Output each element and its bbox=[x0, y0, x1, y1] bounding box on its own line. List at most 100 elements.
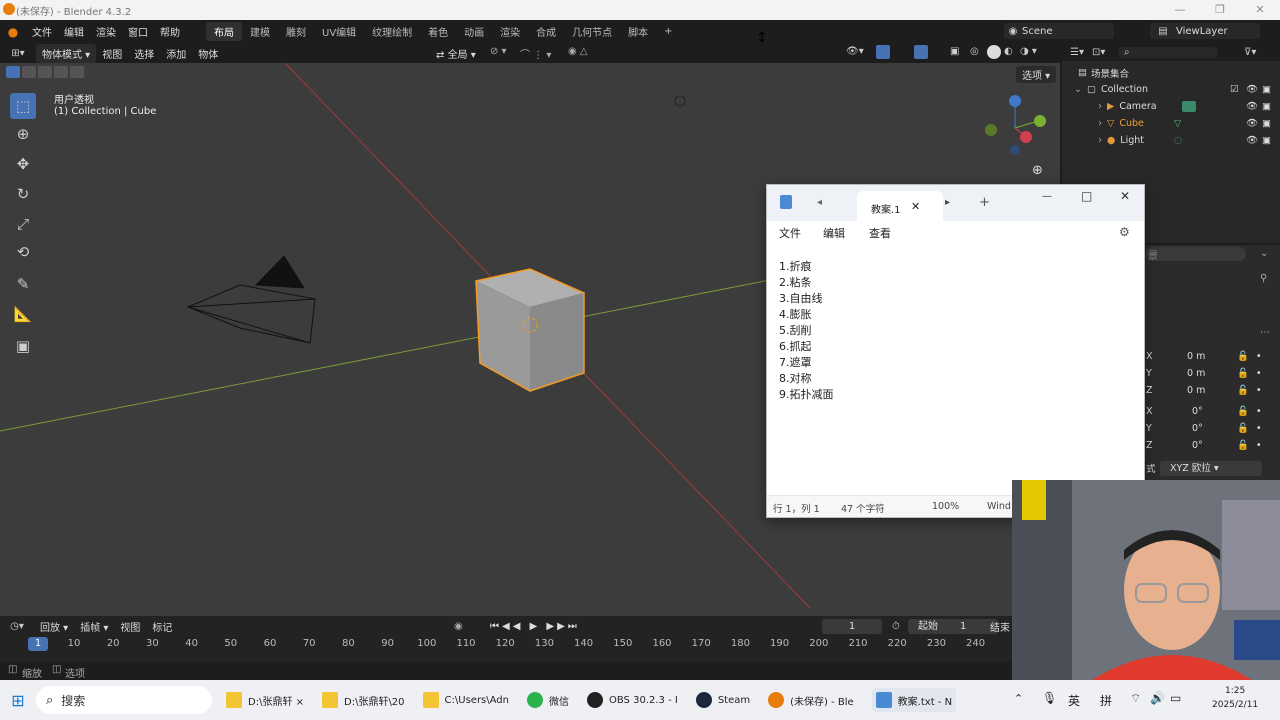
lock-icon[interactable]: 🔓 bbox=[1237, 385, 1249, 396]
render-icon[interactable]: ▣ bbox=[1262, 118, 1271, 129]
keyframe-dot-icon[interactable]: • bbox=[1256, 351, 1262, 362]
eye-icon[interactable]: 👁 bbox=[1246, 135, 1258, 146]
windows-start-icon[interactable]: ⊞ bbox=[0, 691, 36, 710]
lock-icon[interactable]: 🔓 bbox=[1237, 423, 1249, 434]
rendered-shading-icon[interactable]: ◑ ▾ bbox=[1020, 46, 1037, 57]
menu-help[interactable]: 帮助 bbox=[154, 24, 186, 39]
blender-menu-icon[interactable]: ● bbox=[0, 25, 26, 39]
wireframe-shading-icon[interactable]: ◎ bbox=[970, 46, 979, 57]
workspace-tab-shading[interactable]: 着色 bbox=[420, 22, 456, 41]
microphone-icon[interactable]: 🎙 bbox=[1042, 691, 1057, 705]
rotate-tool-icon[interactable]: ↻ bbox=[10, 181, 36, 207]
location-y-row[interactable]: Y0 m 🔓 • bbox=[1142, 368, 1280, 384]
notepad-close-button[interactable]: ✕ bbox=[1120, 189, 1130, 203]
notepad-maximize-button[interactable]: □ bbox=[1081, 189, 1092, 203]
navigation-gizmo[interactable] bbox=[982, 93, 1052, 163]
pin-icon[interactable]: ⚲ bbox=[1260, 273, 1267, 284]
material-shading-icon[interactable]: ◐ bbox=[1004, 46, 1013, 57]
properties-search[interactable]: 景 bbox=[1146, 247, 1246, 262]
outliner-scene-collection[interactable]: ▤ 场景集合 bbox=[1062, 64, 1280, 81]
outliner-item-cube[interactable]: › ▽ Cube ▽ 👁 ▣ bbox=[1062, 115, 1280, 132]
taskbar-app-blender[interactable]: (未保存) - Ble bbox=[768, 692, 854, 708]
outliner-editor-icon[interactable]: ☰▾ bbox=[1062, 47, 1092, 58]
location-z-row[interactable]: Z0 m 🔓 • bbox=[1142, 385, 1280, 401]
rotation-x-row[interactable]: X 0° 🔓 • bbox=[1142, 406, 1280, 422]
workspace-tab-compositing[interactable]: 合成 bbox=[528, 22, 564, 41]
proportional-edit-icon[interactable]: ◉ △ bbox=[568, 46, 588, 57]
gizmo-toggle-icon[interactable] bbox=[876, 45, 890, 59]
workspace-tab-layout[interactable]: 布局 bbox=[206, 22, 242, 41]
line-ending[interactable]: Wind bbox=[987, 501, 1011, 512]
eye-icon[interactable]: 👁 bbox=[1246, 84, 1258, 95]
frame-ruler[interactable]: 1 10 20 30 40 50 60 70 80 90 100 110 120 130 140 150 160… bbox=[0, 616, 1010, 662]
tab-close-icon[interactable]: ✕ bbox=[911, 200, 920, 213]
viewport-menu-select[interactable]: 选择 bbox=[128, 46, 160, 61]
battery-icon[interactable]: ▭ bbox=[1170, 691, 1181, 705]
move-tool-icon[interactable]: ✥ bbox=[10, 151, 36, 177]
workspace-tab-scripting[interactable]: 脚本 bbox=[620, 22, 656, 41]
visibility-icon[interactable]: 👁▾ bbox=[846, 46, 864, 57]
clock-date[interactable]: 2025/2/11 bbox=[1212, 700, 1258, 710]
ime-pinyin[interactable]: 拼 bbox=[1100, 692, 1112, 709]
object-mode-dropdown[interactable]: 物体模式 ▾ bbox=[36, 43, 97, 63]
viewport-menu-object[interactable]: 物体 bbox=[192, 46, 224, 61]
taskbar-search[interactable]: ⌕ 搜索 bbox=[36, 686, 212, 714]
annotate-tool-icon[interactable]: ✎ bbox=[10, 271, 36, 297]
scene-selector[interactable]: ◉ Scene bbox=[1004, 23, 1114, 39]
lock-icon[interactable]: 🔓 bbox=[1237, 351, 1249, 362]
rotation-mode-dropdown[interactable]: XYZ 欧拉 ▾ bbox=[1160, 461, 1262, 476]
add-workspace-icon[interactable]: + bbox=[656, 24, 680, 39]
tab-scroll-right-icon[interactable]: ▸ bbox=[945, 197, 950, 208]
workspace-tab-texture-paint[interactable]: 纹理绘制 bbox=[364, 22, 420, 41]
outliner-display-icon[interactable]: ⊡▾ bbox=[1092, 47, 1118, 58]
notepad-window[interactable]: ◂ 教案.1 ✕ ▸ + — □ ✕ 文件 编辑 查看 ⚙ 1.折痕 2.粘条 … bbox=[766, 184, 1145, 518]
menu-edit[interactable]: 编辑 bbox=[58, 24, 90, 39]
notepad-tab[interactable]: 教案.1 ✕ bbox=[857, 191, 943, 221]
outliner-item-camera[interactable]: › ▶ Camera 👁 ▣ bbox=[1062, 98, 1280, 115]
new-tab-icon[interactable]: + bbox=[979, 195, 990, 210]
render-icon[interactable]: ▣ bbox=[1262, 84, 1271, 95]
transform-tool-icon[interactable]: ⟲ bbox=[10, 239, 36, 265]
taskbar-app-explorer-1[interactable]: D:\张鼎轩 × bbox=[226, 692, 304, 708]
taskbar-app-explorer-3[interactable]: C:\Users\Adn bbox=[422, 692, 509, 708]
outliner-filter-icon[interactable]: ⊽▾ bbox=[1244, 47, 1256, 58]
outliner-item-light[interactable]: › ● Light ◌ 👁 ▣ bbox=[1062, 132, 1280, 149]
lock-icon[interactable]: 🔓 bbox=[1237, 368, 1249, 379]
solid-shading-icon[interactable] bbox=[987, 45, 1001, 59]
keyframe-dot-icon[interactable]: • bbox=[1256, 423, 1262, 434]
volume-icon[interactable]: 🔊 bbox=[1150, 691, 1165, 705]
notepad-menu-file[interactable]: 文件 bbox=[779, 225, 801, 241]
keyframe-dot-icon[interactable]: • bbox=[1256, 368, 1262, 379]
scale-tool-icon[interactable]: ⤢ bbox=[10, 211, 36, 237]
workspace-tab-rendering[interactable]: 渲染 bbox=[492, 22, 528, 41]
outliner-search-icon[interactable]: ⌕ bbox=[1118, 46, 1218, 58]
keyframe-dot-icon[interactable]: • bbox=[1256, 385, 1262, 396]
minimize-button[interactable]: — bbox=[1160, 0, 1200, 20]
viewport-menu-add[interactable]: 添加 bbox=[160, 46, 192, 61]
tray-chevron-icon[interactable]: ⌃ bbox=[1014, 692, 1023, 705]
notepad-minimize-button[interactable]: — bbox=[1042, 191, 1052, 202]
add-cube-tool-icon[interactable]: ▣ bbox=[10, 333, 36, 359]
maximize-button[interactable]: ❐ bbox=[1200, 0, 1240, 20]
taskbar-app-explorer-2[interactable]: D:\张鼎轩\20 bbox=[322, 692, 405, 708]
settings-gear-icon[interactable]: ⚙ bbox=[1119, 225, 1130, 239]
zoom-level[interactable]: 100% bbox=[932, 501, 959, 512]
rotation-mode-row[interactable]: 式 XYZ 欧拉 ▾ bbox=[1142, 461, 1280, 477]
viewport-menu-view[interactable]: 视图 bbox=[96, 46, 128, 61]
render-icon[interactable]: ▣ bbox=[1262, 101, 1271, 112]
measure-tool-icon[interactable]: 📐 bbox=[10, 301, 36, 327]
transform-orientation-dropdown[interactable]: ⇄ 全局 ▾ bbox=[436, 46, 476, 61]
outliner-collection[interactable]: ⌄ ▢ Collection ☑ 👁 ▣ bbox=[1062, 81, 1280, 98]
clock-time[interactable]: 1:25 bbox=[1225, 686, 1245, 696]
zoom-icon[interactable]: ⊕ bbox=[1032, 163, 1043, 178]
menu-file[interactable]: 文件 bbox=[26, 24, 58, 39]
workspace-tab-uv[interactable]: UV编辑 bbox=[314, 22, 364, 41]
wifi-icon[interactable]: ⌔ bbox=[1130, 691, 1141, 706]
workspace-tab-geometry-nodes[interactable]: 几何节点 bbox=[564, 22, 620, 41]
chevron-down-icon[interactable]: ⌄ bbox=[1260, 248, 1268, 259]
close-button[interactable]: ✕ bbox=[1240, 0, 1280, 20]
eye-icon[interactable]: 👁 bbox=[1246, 101, 1258, 112]
notepad-menu-edit[interactable]: 编辑 bbox=[823, 225, 845, 241]
options-dropdown[interactable]: 选项 ▾ bbox=[1016, 66, 1057, 83]
menu-render[interactable]: 渲染 bbox=[90, 24, 122, 39]
